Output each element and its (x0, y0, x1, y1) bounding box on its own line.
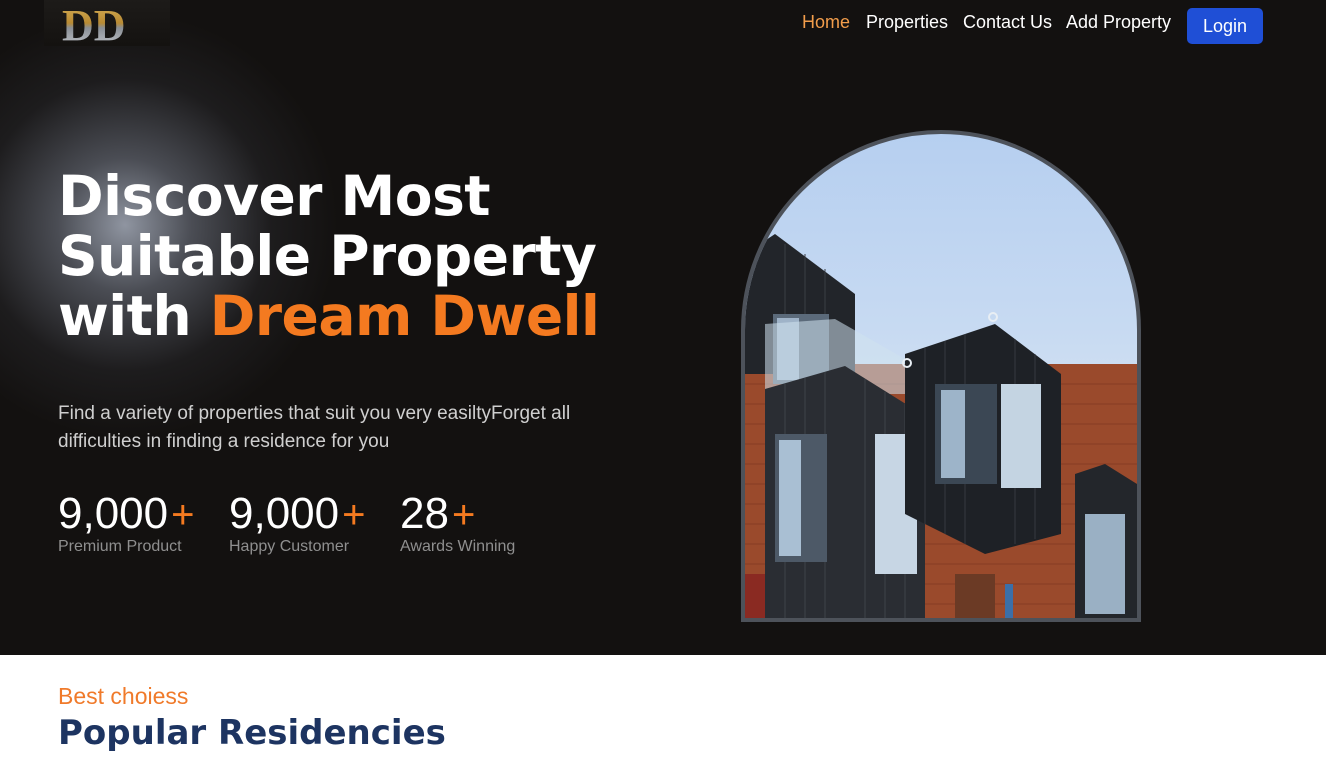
nav-properties[interactable]: Properties (866, 12, 948, 33)
stat-value: 28 (400, 489, 449, 538)
building-photo-icon (745, 234, 1137, 618)
stat-happy-customer: 9,000+ Happy Customer (229, 488, 365, 556)
hero-title-line3: with (58, 284, 210, 348)
nav-add-property[interactable]: Add Property (1066, 12, 1171, 33)
stat-value: 9,000 (58, 489, 169, 538)
hero-title-line2: Suitable Property (58, 224, 597, 288)
section-title: Popular Residencies (58, 713, 446, 753)
hero-description: Find a variety of properties that suit y… (58, 403, 571, 452)
hero-section: DD Home Properties Contact Us Add Proper… (0, 0, 1326, 655)
stat-plus: + (342, 493, 366, 537)
stat-awards-winning: 28+ Awards Winning (400, 488, 515, 556)
stat-label: Happy Customer (229, 538, 350, 555)
stat-plus: + (171, 493, 195, 537)
nav-contact-us[interactable]: Contact Us (963, 12, 1052, 33)
stat-label: Awards Winning (400, 538, 516, 555)
popular-residencies-section: Best choiess Popular Residencies (0, 655, 1326, 762)
section-eyebrow: Best choiess (58, 683, 189, 709)
main-nav: Home Properties Contact Us Add Property … (0, 8, 1326, 50)
hero-title-line1: Discover Most (58, 164, 491, 228)
nav-home[interactable]: Home (802, 12, 850, 33)
stat-label: Premium Product (58, 538, 182, 555)
stat-plus: + (451, 493, 476, 537)
hero-image (741, 130, 1141, 622)
stat-premium-product: 9,000+ Premium Product (58, 488, 194, 556)
login-button[interactable]: Login (1187, 8, 1263, 44)
hero-title: Discover Most Suitable Property with Dre… (58, 166, 678, 346)
hero-title-accent: Dream Dwell (209, 284, 600, 348)
stat-value: 9,000 (229, 489, 340, 538)
